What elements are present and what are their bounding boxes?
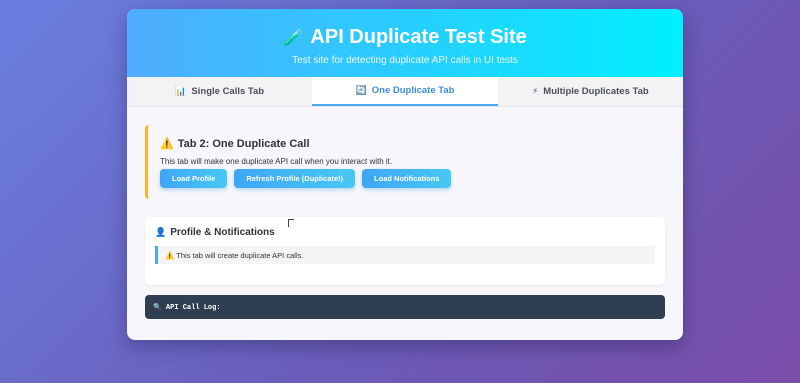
api-call-log: 🔍 API Call Log: [145, 295, 665, 319]
page-title: 🧪 API Duplicate Test Site [283, 26, 527, 48]
warning-icon: ⚠️ [165, 251, 175, 260]
lightning-icon: ⚡ [531, 86, 539, 96]
page-subtitle: Test site for detecting duplicate API ca… [292, 55, 518, 66]
chart-icon: 📊 [175, 86, 187, 96]
tab-content: ⚠️ Tab 2: One Duplicate Call This tab wil… [127, 107, 683, 319]
tab-bar: 📊 Single Calls Tab 🔄 One Duplicate Tab ⚡… [127, 77, 683, 107]
repeat-icon: 🔄 [355, 85, 367, 95]
button-row: Load Profile Refresh Profile (Duplicate!… [160, 169, 653, 188]
duplicate-notice: ⚠️ This tab will create duplicate API ca… [155, 246, 655, 264]
card-title: 👤 Profile & Notifications [155, 227, 275, 238]
tab-info-panel: ⚠️ Tab 2: One Duplicate Call This tab wil… [145, 125, 665, 199]
mouse-cursor [288, 219, 294, 227]
load-notifications-button[interactable]: Load Notifications [362, 169, 452, 188]
app-container: 🧪 API Duplicate Test Site Test site for d… [127, 9, 683, 340]
tab-single-calls[interactable]: 📊 Single Calls Tab [127, 77, 312, 106]
test-tube-icon: 🧪 [283, 28, 305, 47]
profile-notifications-card: 👤 Profile & Notifications ⚠️ This tab wil… [145, 217, 665, 285]
magnifier-icon: 🔍 [153, 304, 162, 312]
header: 🧪 API Duplicate Test Site Test site for d… [127, 9, 683, 77]
panel-description: This tab will make one duplicate API cal… [160, 157, 393, 166]
warning-icon: ⚠️ [160, 138, 174, 150]
refresh-profile-button[interactable]: Refresh Profile (Duplicate!) [234, 169, 356, 188]
tab-one-duplicate[interactable]: 🔄 One Duplicate Tab [312, 77, 498, 106]
tab-multiple-duplicates[interactable]: ⚡ Multiple Duplicates Tab [498, 77, 683, 106]
load-profile-button[interactable]: Load Profile [160, 169, 228, 188]
panel-title: ⚠️ Tab 2: One Duplicate Call [160, 138, 310, 150]
user-icon: 👤 [155, 227, 167, 237]
